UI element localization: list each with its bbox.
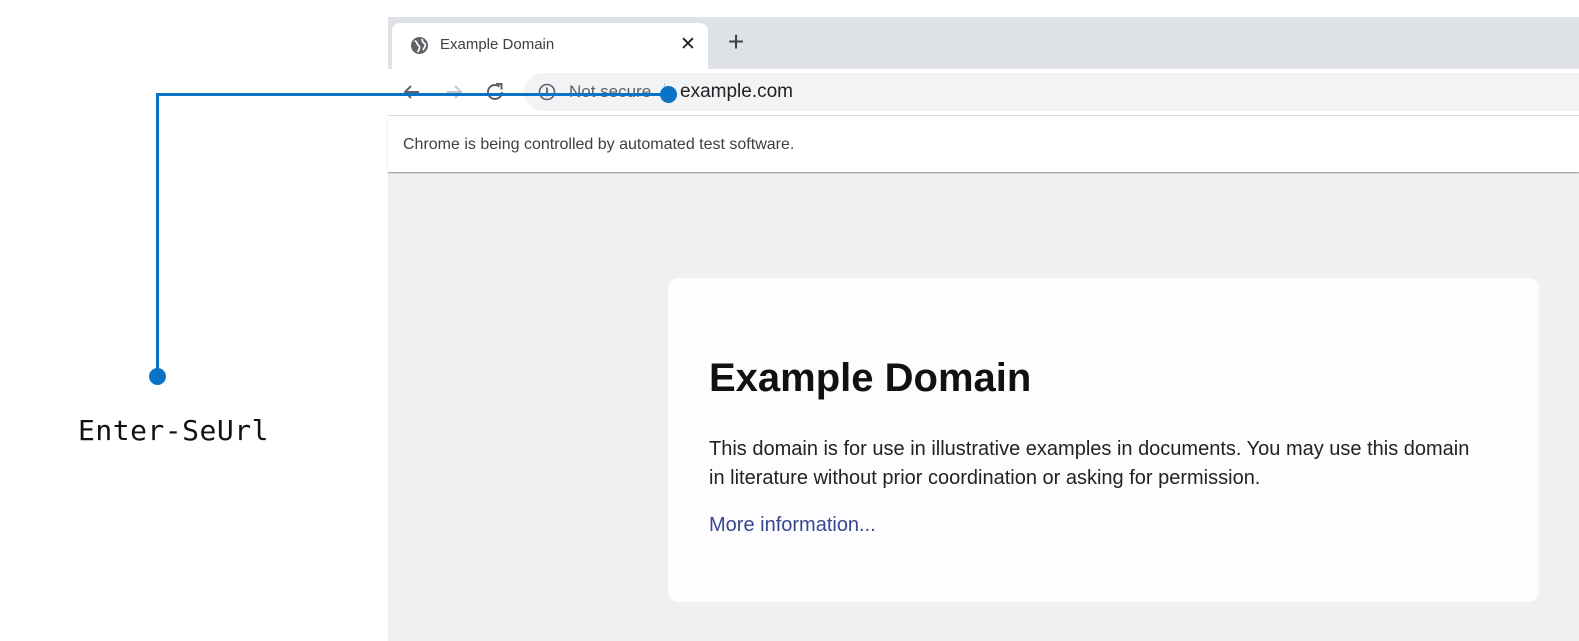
tab-close-button[interactable]: ✕ bbox=[676, 33, 700, 57]
annotation-label: Enter-SeUrl bbox=[78, 414, 269, 447]
annotation-endpoint-dot bbox=[660, 86, 677, 103]
annotation-vertical-line bbox=[156, 93, 159, 378]
page-viewport: Example Domain This domain is for use in… bbox=[388, 174, 1579, 641]
forward-arrow-icon[interactable] bbox=[441, 79, 467, 105]
annotation-horizontal-line bbox=[157, 93, 670, 96]
globe-icon bbox=[410, 36, 429, 55]
page-heading: Example Domain bbox=[709, 356, 1032, 400]
security-status[interactable]: Not secure bbox=[569, 82, 651, 102]
new-tab-button[interactable]: + bbox=[722, 28, 750, 57]
infobar-message: Chrome is being controlled by automated … bbox=[403, 136, 795, 153]
tab-strip: Example Domain ✕ + bbox=[388, 17, 1579, 69]
more-information-link[interactable]: More information... bbox=[709, 514, 876, 537]
annotation-anchor-dot bbox=[149, 368, 166, 385]
tab-title: Example Domain bbox=[440, 36, 555, 53]
reload-icon[interactable] bbox=[482, 79, 508, 105]
page-paragraph: This domain is for use in illustrative e… bbox=[709, 438, 1470, 489]
browser-window: Example Domain ✕ + Not secure example.co… bbox=[388, 17, 1579, 641]
tab-example-domain[interactable]: Example Domain ✕ bbox=[392, 23, 708, 69]
info-icon[interactable] bbox=[538, 83, 556, 101]
address-bar[interactable]: Not secure example.com bbox=[524, 73, 1579, 111]
back-arrow-icon[interactable] bbox=[399, 79, 425, 105]
content-card: Example Domain This domain is for use in… bbox=[668, 278, 1539, 602]
url-text[interactable]: example.com bbox=[680, 81, 793, 103]
automation-infobar: Chrome is being controlled by automated … bbox=[388, 116, 1579, 173]
